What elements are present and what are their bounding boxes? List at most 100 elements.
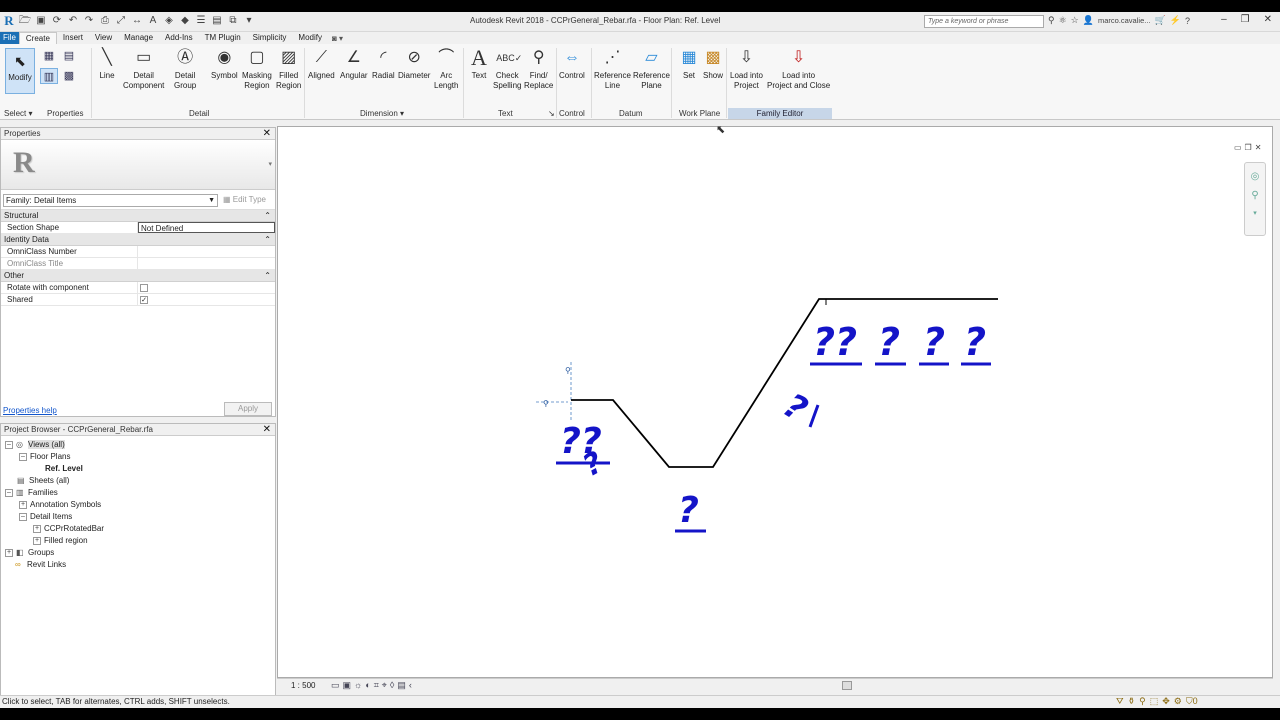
tab-simplicity[interactable]: Simplicity	[247, 32, 293, 44]
drawing-area[interactable]: ⚲ ⚲ ?? ? ? ? ?? ? ? ?	[277, 126, 1273, 678]
detail-component-button[interactable]: ▭ Detail Component	[123, 47, 164, 91]
tree-node-sheets[interactable]: ▤ Sheets (all)	[17, 475, 69, 487]
select-by-face-icon[interactable]: ⬚	[1150, 696, 1159, 707]
collapse-icon[interactable]: –	[5, 440, 13, 449]
select-underlay-icon[interactable]: ⚱	[1128, 696, 1136, 707]
label-segment-c[interactable]: ?	[678, 490, 699, 531]
tree-node-annotation-symbols[interactable]: + Annotation Symbols	[19, 499, 101, 511]
view-window-controls[interactable]: ▭❐✕	[1234, 143, 1264, 152]
tree-node-ref-level[interactable]: Ref. Level	[45, 463, 83, 475]
filled-region-button[interactable]: ▨ Filled Region	[276, 47, 301, 91]
filter-icon[interactable]: ⛉0	[1186, 696, 1198, 707]
tree-node-detail-items[interactable]: – Detail Items	[19, 511, 72, 523]
tree-node-groups[interactable]: + ◧ Groups	[5, 547, 54, 559]
scroll-left-icon[interactable]: ‹	[409, 680, 412, 691]
close-icon[interactable]: ✕	[1264, 14, 1272, 25]
line-button[interactable]: ╲ Line	[96, 47, 118, 81]
rotate-with-component-checkbox[interactable]	[140, 284, 148, 292]
load-into-project-button[interactable]: ⇩ Load into Project	[730, 47, 763, 91]
restore-icon[interactable]: ❐	[1241, 14, 1250, 25]
tab-file[interactable]: File	[0, 32, 19, 44]
load-into-project-close-button[interactable]: ⇩ Load into Project and Close	[767, 47, 830, 91]
dimension-icon[interactable]: ↔	[130, 14, 144, 28]
collapse-icon[interactable]: –	[5, 488, 13, 497]
open-icon[interactable]: 🗁	[18, 14, 32, 28]
label-segment-g[interactable]: ?	[923, 320, 945, 364]
label-segment-d[interactable]: ??	[813, 320, 857, 364]
binoculars-icon[interactable]: ⚲	[1048, 15, 1055, 26]
dimension-panel-dropdown[interactable]: Dimension ▾	[360, 109, 404, 118]
nav-dropdown-icon[interactable]: ▾	[1245, 209, 1265, 217]
arc-length-button[interactable]: ⌒ Arc Length	[434, 47, 458, 91]
tab-add-ins[interactable]: Add-Ins	[159, 32, 199, 44]
diameter-dimension-button[interactable]: ⊘ Diameter	[398, 47, 430, 81]
aligned-dimension-button[interactable]: ⟋ Aligned	[308, 47, 335, 81]
collapse-icon[interactable]: –	[19, 452, 27, 461]
type-selector-arrow-icon[interactable]: ▾	[268, 160, 272, 168]
close-icon[interactable]: ✕	[263, 424, 271, 436]
tab-view[interactable]: View	[89, 32, 118, 44]
horizontal-scrollbar[interactable]	[842, 681, 852, 690]
3d-view-icon[interactable]: ◈	[162, 14, 176, 28]
expand-icon[interactable]: +	[19, 500, 27, 509]
text-icon[interactable]: A	[146, 14, 160, 28]
family-select[interactable]: Family: Detail Items ▼	[3, 194, 218, 207]
redo-icon[interactable]: ↷	[82, 14, 96, 28]
close-hidden-icon[interactable]: ▤	[210, 14, 224, 28]
favorites-icon[interactable]: ☆	[1071, 15, 1079, 26]
label-segment-e[interactable]: ?	[776, 386, 814, 430]
user-icon[interactable]: 👤	[1083, 15, 1094, 26]
thin-lines-icon[interactable]: ☰	[194, 14, 208, 28]
select-pinned-icon[interactable]: ⚲	[1139, 696, 1146, 707]
text-panel-launcher-icon[interactable]: ↘	[548, 109, 555, 118]
switch-windows-icon[interactable]: ⧉	[226, 14, 240, 28]
close-icon[interactable]: ✕	[263, 128, 271, 140]
tab-tm-plugin[interactable]: TM Plugin	[199, 32, 247, 44]
category-other[interactable]: Other ⌃	[1, 270, 275, 282]
tree-node-views[interactable]: – ◎ Views (all)	[5, 439, 65, 451]
help-icon[interactable]: ?	[1185, 16, 1190, 26]
check-spelling-button[interactable]: ABC✓ Check Spelling	[493, 47, 522, 91]
symbol-button[interactable]: ◉ Symbol	[211, 47, 238, 81]
masking-region-button[interactable]: ▢ Masking Region	[242, 47, 272, 91]
text-button[interactable]: A Text	[468, 47, 490, 81]
set-work-plane-button[interactable]: ▦ Set	[678, 47, 700, 81]
select-panel-dropdown[interactable]: Select ▾	[4, 109, 32, 118]
undo-icon[interactable]: ↶	[66, 14, 80, 28]
modify-button[interactable]: ⬉ Modify	[5, 48, 35, 94]
expand-icon[interactable]: +	[5, 548, 13, 557]
apply-button[interactable]: Apply	[224, 402, 272, 416]
family-category-icon[interactable]: ▦	[40, 48, 58, 64]
tab-insert[interactable]: Insert	[57, 32, 89, 44]
temporary-hide-icon[interactable]: ◊	[390, 680, 394, 691]
measure-icon[interactable]: ⤢	[114, 14, 128, 28]
subscription-icon[interactable]: ⚛	[1059, 15, 1067, 26]
minimize-icon[interactable]: –	[1221, 14, 1227, 25]
category-identity-data[interactable]: Identity Data ⌃	[1, 234, 275, 246]
section-icon[interactable]: ◆	[178, 14, 192, 28]
shared-checkbox[interactable]: ✓	[140, 296, 148, 304]
collapse-icon[interactable]: –	[19, 512, 27, 521]
type-properties-icon[interactable]: ▩	[60, 68, 78, 84]
properties-help-link[interactable]: Properties help	[3, 406, 57, 415]
drag-elements-icon[interactable]: ✥	[1162, 696, 1170, 707]
view-scale[interactable]: 1 : 500	[291, 681, 315, 690]
revit-logo-icon[interactable]: R	[2, 14, 16, 28]
tab-create[interactable]: Create	[18, 32, 57, 44]
tree-node-floor-plans[interactable]: – Floor Plans	[19, 451, 70, 463]
cart-icon[interactable]: 🛒	[1155, 15, 1166, 26]
expand-icon[interactable]: +	[33, 524, 41, 533]
reference-line-button[interactable]: ⋰ Reference Line	[594, 47, 631, 91]
show-crop-icon[interactable]: ⌖	[382, 680, 387, 691]
ribbon-minimize-icon[interactable]: ◙ ▾	[332, 34, 343, 43]
radial-dimension-button[interactable]: ◜ Radial	[372, 47, 395, 81]
omniclass-number-field[interactable]	[138, 246, 275, 257]
customize-qat-icon[interactable]: ▾	[242, 14, 256, 28]
print-icon[interactable]: ⎙	[98, 14, 112, 28]
search-input[interactable]: Type a keyword or phrase	[924, 15, 1044, 28]
user-name[interactable]: marco.cavalie...	[1098, 16, 1151, 25]
reveal-hidden-icon[interactable]: ▤	[397, 680, 406, 691]
pin-icon[interactable]: ⚲	[565, 366, 571, 375]
tree-node-filled-region[interactable]: + Filled region	[33, 535, 88, 547]
detail-group-button[interactable]: Ⓐ Detail Group	[174, 47, 196, 91]
